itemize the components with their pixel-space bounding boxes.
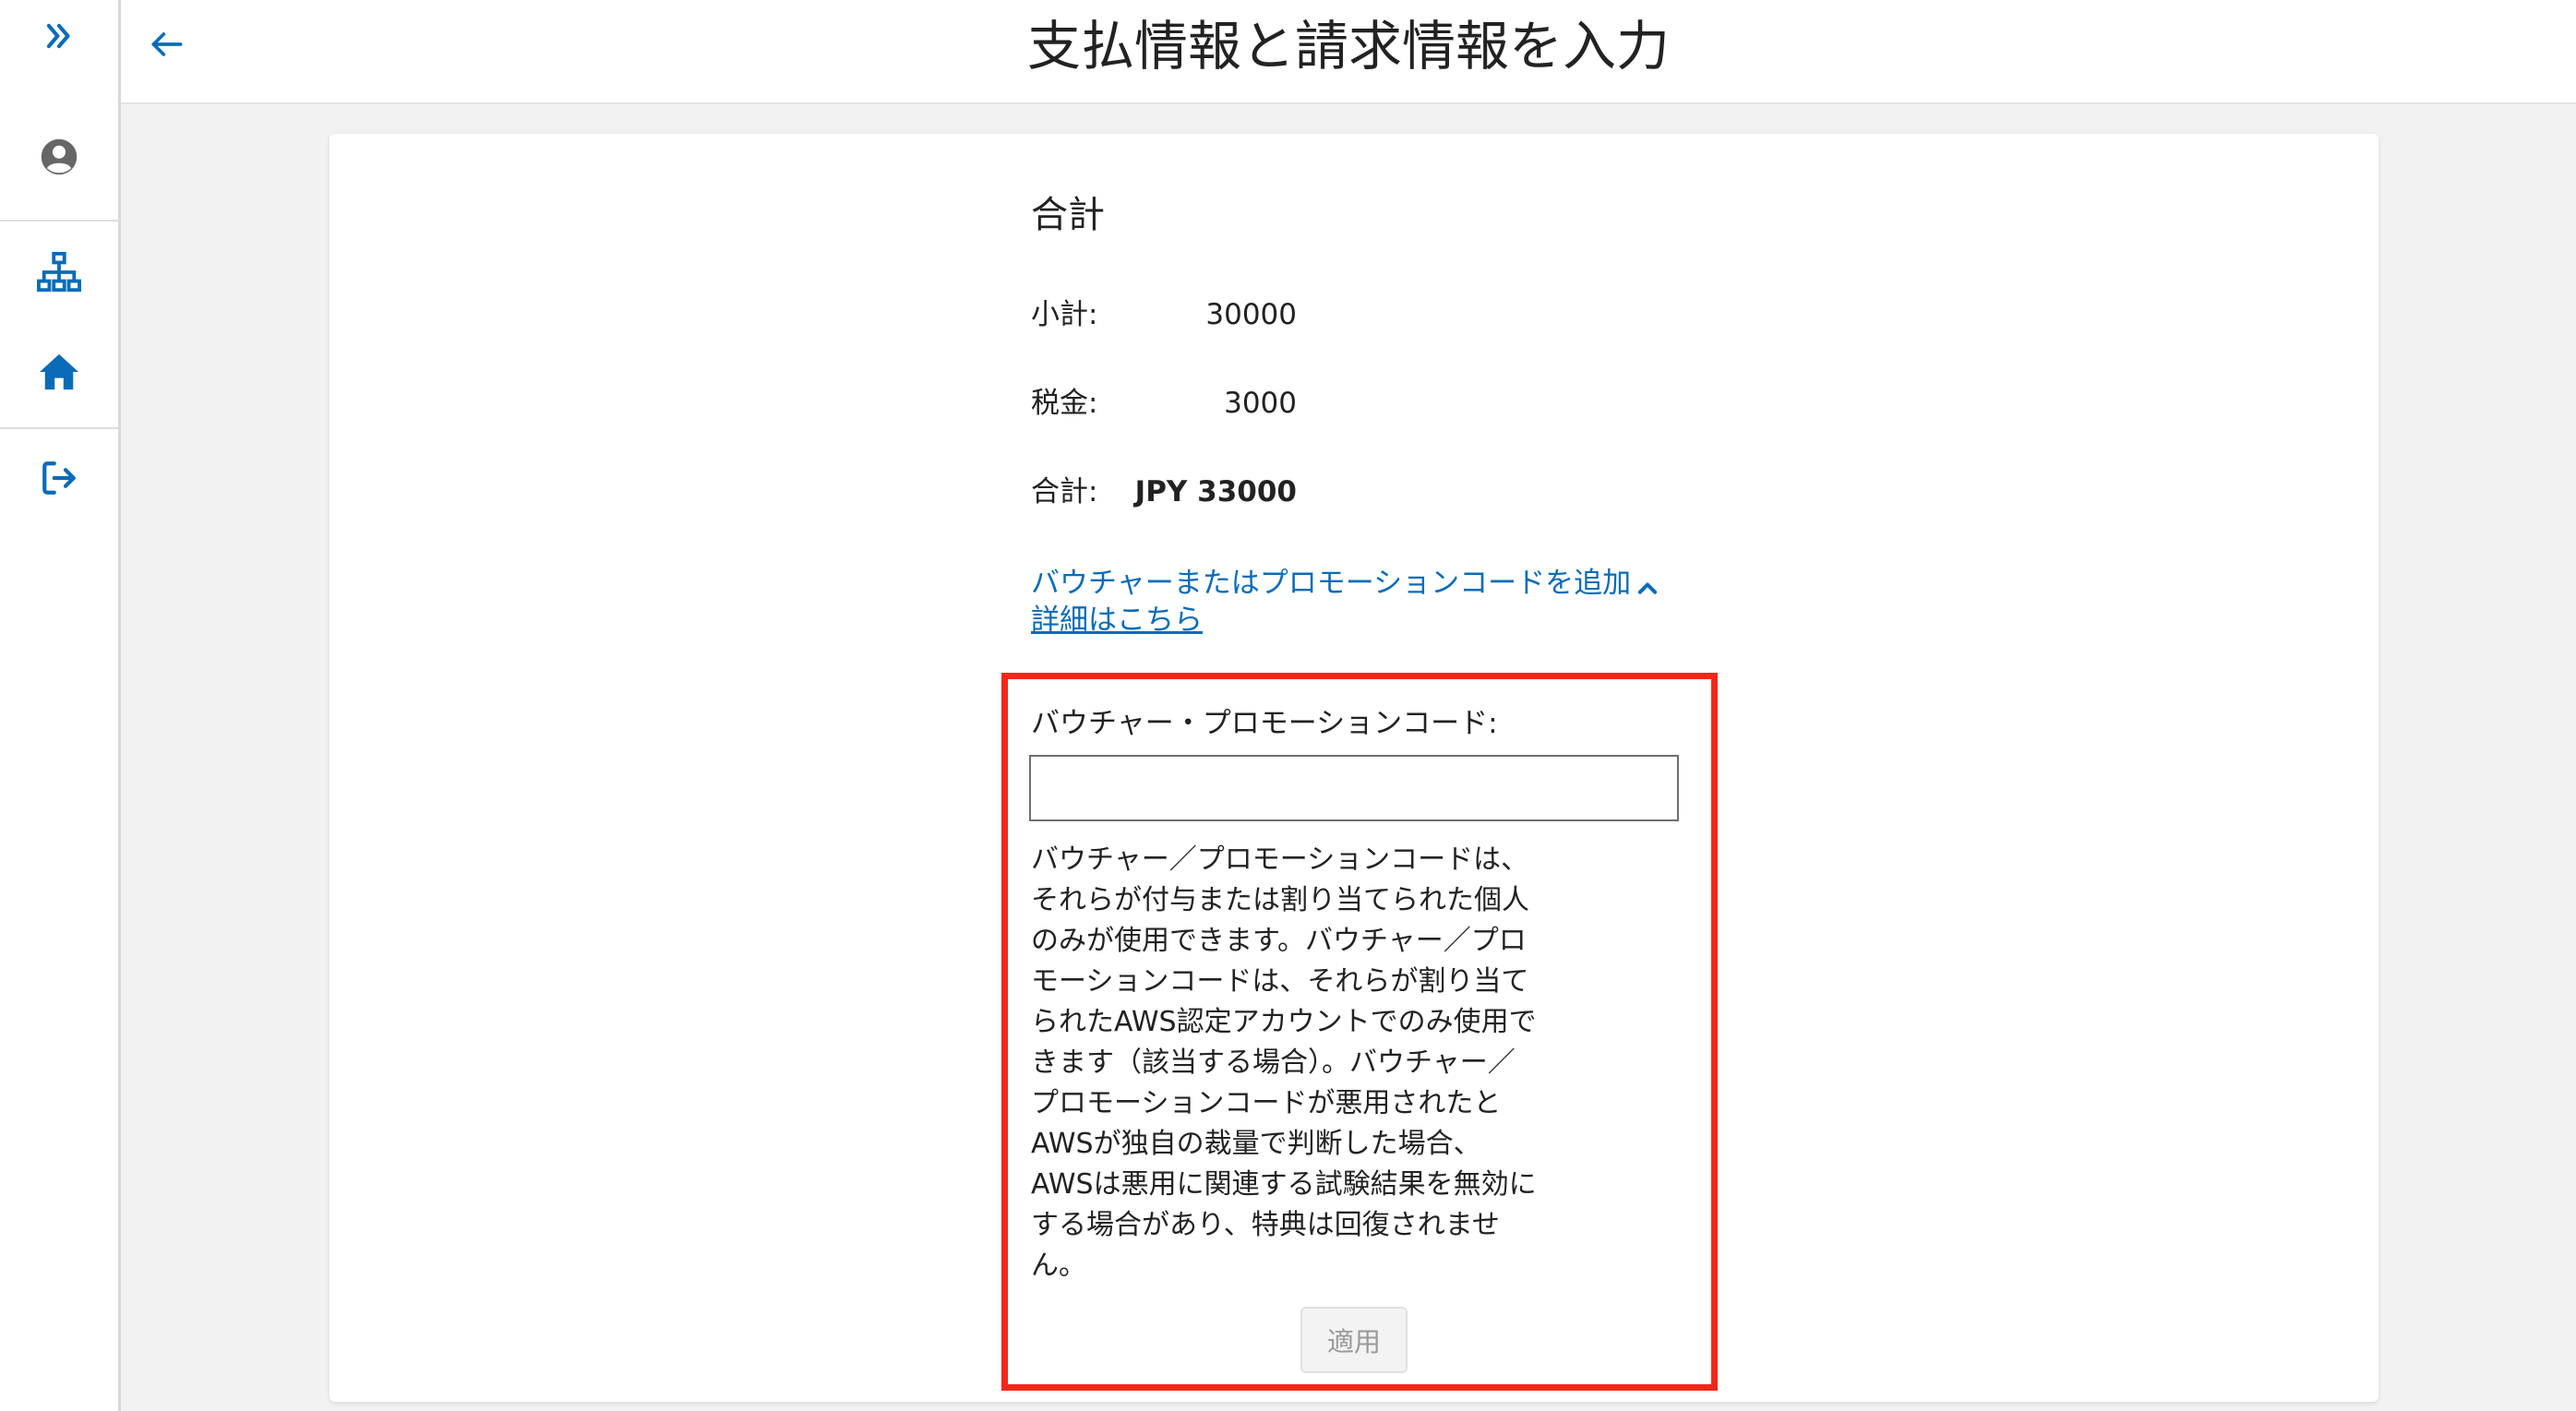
home-icon[interactable] bbox=[0, 349, 118, 395]
user-account-icon[interactable] bbox=[0, 134, 118, 180]
voucher-field-label: バウチャー・プロモーションコード: bbox=[1031, 707, 1498, 740]
summary-heading: 合計 bbox=[1031, 194, 1105, 236]
total-label: 合計: bbox=[1031, 475, 1098, 508]
sign-out-icon[interactable] bbox=[0, 455, 118, 501]
voucher-notice-line: バウチャー／プロモーションコードは、 bbox=[1031, 843, 1529, 876]
voucher-notice-line: AWSが独自の裁量で判断した場合、 bbox=[1031, 1128, 1481, 1160]
sidebar bbox=[0, 0, 121, 1411]
subtotal-label: 小計: bbox=[1031, 298, 1098, 331]
subtotal-row: 小計: 30000 bbox=[1031, 294, 1308, 335]
voucher-notice-line: モーションコードは、それらが割り当て bbox=[1031, 965, 1529, 998]
add-voucher-toggle-label: バウチャーまたはプロモーションコードを追加 bbox=[1031, 567, 1632, 600]
total-value: JPY 33000 bbox=[1134, 475, 1297, 508]
voucher-notice-line: プロモーションコードが悪用されたと bbox=[1031, 1087, 1502, 1119]
total-row: 合計: JPY 33000 bbox=[1031, 472, 1308, 512]
chevron-up-icon bbox=[1635, 572, 1660, 598]
voucher-code-input[interactable] bbox=[1029, 755, 1679, 821]
tax-row: 税金: 3000 bbox=[1031, 383, 1308, 424]
add-voucher-toggle[interactable]: バウチャーまたはプロモーションコードを追加 bbox=[1031, 564, 1660, 603]
voucher-notice-line: られたAWS認定アカウントでのみ使用で bbox=[1031, 1006, 1537, 1038]
expand-icon[interactable] bbox=[0, 13, 118, 59]
page-header: 支払情報と請求情報を入力 bbox=[121, 0, 2576, 104]
voucher-notice-line: する場合があり、特典は回復されませ bbox=[1031, 1209, 1500, 1241]
sitemap-icon[interactable] bbox=[0, 249, 118, 295]
page-title: 支払情報と請求情報を入力 bbox=[1026, 15, 1670, 78]
voucher-notice-line: ん。 bbox=[1031, 1250, 1086, 1282]
tax-label: 税金: bbox=[1031, 387, 1098, 420]
voucher-notice: バウチャー／プロモーションコードは、 それらが付与または割り当てられた個人 のみ… bbox=[1031, 840, 1576, 1286]
apply-button[interactable]: 適用 bbox=[1300, 1307, 1408, 1373]
details-link[interactable]: 詳細はこちら bbox=[1031, 601, 1203, 640]
voucher-notice-line: のみが使用できます。バウチャー／プロ bbox=[1031, 925, 1527, 957]
sidebar-divider bbox=[0, 220, 118, 221]
subtotal-value: 30000 bbox=[1205, 298, 1297, 331]
voucher-notice-line: AWSは悪用に関連する試験結果を無効に bbox=[1031, 1168, 1537, 1201]
tax-value: 3000 bbox=[1224, 387, 1297, 420]
voucher-notice-line: きます（該当する場合）。バウチャー／ bbox=[1031, 1046, 1516, 1079]
sidebar-divider bbox=[0, 427, 118, 429]
voucher-notice-line: それらが付与または割り当てられた個人 bbox=[1031, 884, 1529, 916]
